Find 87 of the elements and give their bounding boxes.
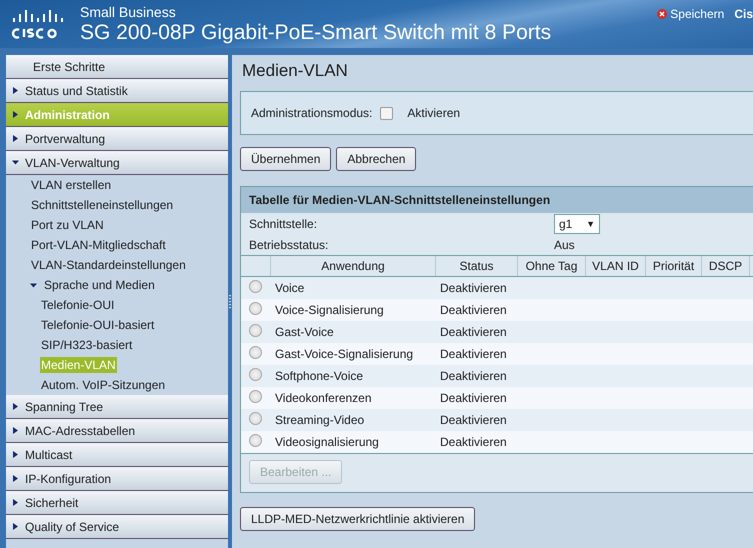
radio-button[interactable] [249, 390, 262, 403]
sidebar-item[interactable]: Telefonie-OUI-basiert [40, 317, 156, 333]
header-link[interactable]: Cis [734, 7, 753, 21]
table-row[interactable]: Videosignalisierung Deaktivieren [241, 431, 753, 453]
lldp-button[interactable]: LLDP-MED-Netzwerkrichtlinie aktivieren [240, 507, 476, 531]
sidebar-item[interactable]: Port zu VLAN [30, 217, 105, 233]
expanded-arrow-icon [30, 282, 37, 288]
field-label: Administrationsmodus: [251, 106, 372, 120]
collapsed-arrow-icon [12, 475, 19, 482]
collapsed-arrow-icon [12, 427, 19, 434]
table-cell-text: Gast-Voice-Signalisierung [274, 347, 414, 361]
menu-item[interactable]: Multicast [6, 443, 228, 467]
column-header: Status [436, 256, 518, 276]
status-value: Aus [554, 238, 576, 252]
table-row[interactable]: Voice-Signalisierung Deaktivieren [241, 299, 753, 321]
menu-item[interactable]: Portverwaltung [6, 127, 228, 151]
table-row[interactable]: Voice Deaktivieren [241, 277, 753, 299]
collapsed-arrow-icon [12, 451, 19, 458]
save-link[interactable]: Speichern [657, 7, 724, 21]
sidebar-item[interactable]: Port-VLAN-Mitgliedschaft [30, 237, 167, 253]
table-row[interactable]: Gast-Voice-Signalisierung Deaktivieren [241, 343, 753, 365]
sidebar-item[interactable]: VLAN-Standardeinstellungen [30, 257, 187, 273]
table-cell-text: Deaktivieren [439, 435, 508, 449]
panel-title: Tabelle für Medien-VLAN-Schnittstelleneinstellungen [241, 187, 753, 213]
collapsed-arrow-icon [12, 403, 19, 410]
sidebar-item[interactable]: Telefonie-OUI [40, 297, 116, 313]
radio-button[interactable] [249, 346, 262, 359]
sidebar-item[interactable]: VLAN erstellen [30, 177, 112, 193]
table-cell-text: Deaktivieren [439, 325, 508, 339]
column-header: VLAN ID [586, 256, 646, 276]
table-cell-text: Gast-Voice [274, 325, 335, 339]
table-cell-text: Videosignalisierung [274, 435, 380, 449]
page-title: Medien-VLAN [242, 61, 348, 81]
brand-name: Small Business [80, 4, 177, 20]
table-cell-text: Deaktivieren [439, 369, 508, 383]
radio-button[interactable] [249, 412, 262, 425]
radio-button[interactable] [249, 324, 262, 337]
menu-item[interactable]: MAC-Adresstabellen [6, 419, 228, 443]
sidebar-item[interactable]: SIP/H323-basiert [40, 337, 134, 353]
collapsed-arrow-icon [12, 135, 19, 142]
column-header: Priorität [646, 256, 702, 276]
table-cell-text: Deaktivieren [439, 391, 508, 405]
menu-item[interactable]: IP-Konfiguration [6, 467, 228, 491]
sidebar-item[interactable]: Autom. VoIP-Sitzungen [40, 377, 166, 393]
menu-item[interactable]: Status und Statistik [6, 79, 228, 103]
splitter-handle-icon[interactable] [229, 294, 231, 308]
collapsed-arrow-icon [12, 523, 19, 530]
table-row[interactable]: Gast-Voice Deaktivieren [241, 321, 753, 343]
menu-item[interactable]: Spanning Tree [6, 395, 228, 419]
sidebar-item[interactable]: Sprache und Medien [43, 277, 156, 293]
interface-dropdown[interactable]: g1 ▼ [554, 214, 600, 234]
menu-item[interactable]: VLAN-Verwaltung [6, 151, 228, 175]
column-header: Ohne Tag [518, 256, 586, 276]
table-cell-text: Deaktivieren [439, 413, 508, 427]
field-label: Betriebsstatus: [249, 238, 330, 252]
radio-button[interactable] [249, 302, 262, 315]
menu-item[interactable]: Sicherheit [6, 491, 228, 515]
menu-item[interactable]: Quality of Service [6, 515, 228, 539]
collapsed-arrow-icon [12, 499, 19, 506]
table-cell-text: Streaming-Video [274, 413, 366, 427]
radio-button[interactable] [249, 368, 262, 381]
apply-button[interactable]: Übernehmen [240, 147, 332, 171]
sidebar-item[interactable]: Schnittstelleneinstellungen [30, 197, 174, 213]
table-cell-text: Videokonferenzen [274, 391, 373, 405]
table-row[interactable]: Streaming-Video Deaktivieren [241, 409, 753, 431]
cancel-button[interactable]: Abbrechen [336, 147, 416, 171]
error-icon [657, 9, 668, 19]
column-header: DSCP [702, 256, 750, 276]
collapsed-arrow-icon [12, 87, 19, 94]
checkbox[interactable] [380, 106, 394, 120]
table-cell-text: Deaktivieren [439, 347, 508, 361]
checkbox-label: Aktivieren [407, 106, 460, 120]
table-cell-text: Deaktivieren [439, 303, 508, 317]
radio-button[interactable] [249, 280, 262, 293]
table-cell-text: Softphone-Voice [274, 369, 364, 383]
table-cell-text: Voice [274, 281, 306, 295]
expanded-arrow-icon [12, 159, 19, 166]
column-header: Anwendung [271, 256, 436, 276]
collapsed-arrow-icon [12, 111, 19, 118]
table-row[interactable]: Videokonferenzen Deaktivieren [241, 387, 753, 409]
table-cell-text: Voice-Signalisierung [274, 303, 385, 317]
product-title: SG 200-08P Gigabit-PoE-Smart Switch mit 8 Ports [80, 20, 552, 46]
radio-button[interactable] [249, 434, 262, 447]
menu-item[interactable]: Erste Schritte [6, 55, 228, 79]
table-row[interactable]: Softphone-Voice Deaktivieren [241, 365, 753, 387]
table-cell-text: Deaktivieren [439, 281, 508, 295]
field-label: Schnittstelle: [249, 217, 318, 231]
